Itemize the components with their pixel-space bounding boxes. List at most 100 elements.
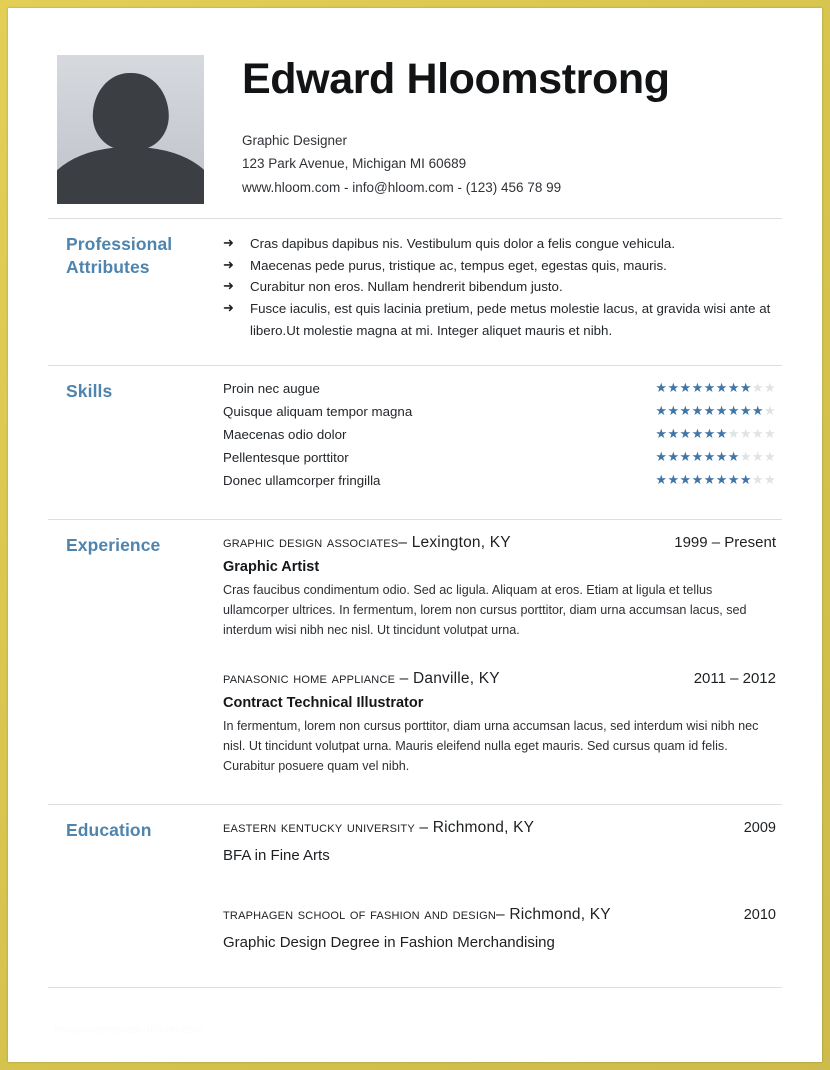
star-filled-icon: ★	[691, 449, 704, 465]
job-description: Cras faucibus condimentum odio. Sed ac l…	[223, 583, 747, 637]
star-filled-icon: ★	[655, 449, 668, 465]
section-heading-education: Education	[66, 820, 152, 841]
star-filled-icon: ★	[679, 426, 692, 442]
star-filled-icon: ★	[727, 472, 740, 488]
star-filled-icon: ★	[679, 449, 692, 465]
star-filled-icon: ★	[715, 403, 728, 419]
star-filled-icon: ★	[691, 403, 704, 419]
skills-body: Proin nec augue ★★★★★★★★★★ Quisque aliquam…	[223, 380, 782, 495]
skill-name: Proin nec augue	[223, 380, 320, 396]
star-empty-icon: ★	[751, 426, 764, 442]
contact-block: Graphic Designer 123 Park Avenue, Michig…	[242, 129, 782, 199]
contact-line: www.hloom.com - info@hloom.com - (123) 4…	[242, 179, 562, 195]
star-empty-icon: ★	[763, 380, 776, 396]
skill-row: Quisque aliquam tempor magna ★★★★★★★★★★	[223, 403, 776, 426]
section-heading-attributes-line2: Attributes	[66, 257, 150, 278]
star-filled-icon: ★	[655, 472, 668, 488]
profile-photo	[57, 55, 204, 204]
experience-body: Graphic Design Associates– Lexington, KY…	[223, 534, 782, 780]
star-filled-icon: ★	[655, 403, 668, 419]
star-empty-icon: ★	[763, 403, 776, 419]
attribute-text: Cras dapibus dapibus nis. Vestibulum qui…	[250, 236, 676, 251]
section-education: Education Eastern Kentucky University – …	[48, 804, 782, 965]
closing-divider	[48, 987, 782, 989]
skill-rating-stars: ★★★★★★★★★★	[606, 449, 776, 472]
education-entry: Eastern Kentucky University – Richmond, …	[223, 819, 776, 864]
skill-rating-stars: ★★★★★★★★★★	[606, 472, 776, 495]
watermark-text: resume-template-hloom.com	[54, 1024, 204, 1036]
education-entry: Traphagen School of Fashion and Design– …	[223, 906, 776, 951]
employment-dates: 2011 – 2012	[693, 670, 776, 688]
attributes-body: ➜ Cras dapibus dapibus nis. Vestibulum qu…	[223, 233, 782, 341]
star-filled-icon: ★	[739, 380, 752, 396]
arrow-bullet-icon: ➜	[223, 235, 234, 250]
star-filled-icon: ★	[667, 426, 680, 442]
attribute-text: Fusce iaculis, est quis lacinia pretium,…	[250, 301, 771, 338]
address-line: 123 Park Avenue, Michigan MI 60689	[242, 156, 467, 172]
degree-name: BFA in Fine Arts	[223, 847, 330, 865]
attribute-text: Maecenas pede purus, tristique ac, tempu…	[250, 257, 667, 273]
star-filled-icon: ★	[667, 403, 680, 419]
job-role-title: Graphic Artist	[223, 559, 320, 576]
star-filled-icon: ★	[691, 472, 704, 488]
experience-entry: Graphic Design Associates– Lexington, KY…	[223, 534, 776, 640]
employer-location: – Danville, KY	[395, 670, 500, 688]
skill-rating-stars: ★★★★★★★★★★	[606, 426, 776, 449]
job-description: In fermentum, lorem non cursus porttitor…	[223, 719, 759, 773]
skills-table: Proin nec augue ★★★★★★★★★★ Quisque aliquam…	[223, 380, 776, 495]
attribute-text: Curabitur non eros. Nullam hendrerit bib…	[250, 279, 563, 295]
header-text-block: Edward Hloomstrong Graphic Designer 123 …	[204, 55, 782, 199]
star-empty-icon: ★	[751, 449, 764, 465]
star-filled-icon: ★	[703, 403, 716, 419]
star-filled-icon: ★	[751, 403, 764, 419]
star-empty-icon: ★	[763, 449, 776, 465]
section-heading-skills: Skills	[66, 381, 113, 402]
arrow-bullet-icon: ➜	[223, 256, 234, 272]
star-filled-icon: ★	[727, 449, 740, 465]
education-year: 2009	[743, 820, 776, 837]
employer-name: Graphic Design Associates– Lexington, KY	[223, 534, 511, 552]
experience-entry-header: Graphic Design Associates– Lexington, KY…	[223, 534, 776, 552]
star-empty-icon: ★	[739, 426, 752, 442]
skill-rating-stars: ★★★★★★★★★★	[606, 380, 776, 403]
star-filled-icon: ★	[715, 449, 728, 465]
star-filled-icon: ★	[667, 449, 680, 465]
star-empty-icon: ★	[727, 426, 740, 442]
skill-name: Donec ullamcorper fringilla	[223, 472, 381, 488]
star-filled-icon: ★	[715, 472, 728, 488]
school-location: – Richmond, KY	[414, 819, 535, 837]
school-name: Traphagen School of Fashion and Design– …	[223, 906, 611, 924]
employer-location: – Lexington, KY	[398, 534, 511, 552]
section-skills: Skills Proin nec augue ★★★★★★★★★★ Quisque …	[48, 365, 782, 505]
star-empty-icon: ★	[763, 472, 776, 488]
star-filled-icon: ★	[691, 426, 704, 442]
attributes-list: ➜ Cras dapibus dapibus nis. Vestibulum qu…	[223, 233, 776, 341]
resume-sheet: Edward Hloomstrong Graphic Designer 123 …	[8, 8, 822, 1062]
star-filled-icon: ★	[655, 426, 668, 442]
page-frame: Edward Hloomstrong Graphic Designer 123 …	[0, 0, 830, 1070]
section-heading-attributes: Professional Attributes	[48, 233, 223, 341]
resume-header: Edward Hloomstrong Graphic Designer 123 …	[48, 50, 782, 204]
skill-name: Pellentesque porttitor	[223, 449, 349, 465]
school-location: – Richmond, KY	[496, 906, 611, 924]
star-empty-icon: ★	[751, 472, 764, 488]
section-heading-experience: Experience	[66, 535, 161, 556]
star-empty-icon: ★	[763, 426, 776, 442]
avatar-head-shape	[92, 72, 169, 151]
education-entry-header: Traphagen School of Fashion and Design– …	[223, 906, 776, 924]
school-name: Eastern Kentucky University – Richmond, …	[223, 819, 535, 837]
star-filled-icon: ★	[655, 380, 668, 396]
avatar-shoulders-shape	[57, 147, 204, 204]
star-empty-icon: ★	[739, 449, 752, 465]
star-filled-icon: ★	[691, 380, 704, 396]
education-entry-header: Eastern Kentucky University – Richmond, …	[223, 819, 776, 837]
arrow-bullet-icon: ➜	[223, 300, 234, 316]
star-filled-icon: ★	[679, 403, 692, 419]
education-body: Eastern Kentucky University – Richmond, …	[223, 819, 782, 955]
experience-entry-header: Panasonic Home Appliance – Danville, KY 2…	[223, 670, 776, 688]
attribute-item: ➜ Cras dapibus dapibus nis. Vestibulum qu…	[223, 233, 776, 255]
skill-row: Proin nec augue ★★★★★★★★★★	[223, 380, 776, 403]
attribute-item: ➜ Fusce iaculis, est quis lacinia pretium…	[223, 298, 776, 341]
attribute-item: ➜ Maecenas pede purus, tristique ac, temp…	[223, 255, 776, 277]
star-filled-icon: ★	[739, 403, 752, 419]
